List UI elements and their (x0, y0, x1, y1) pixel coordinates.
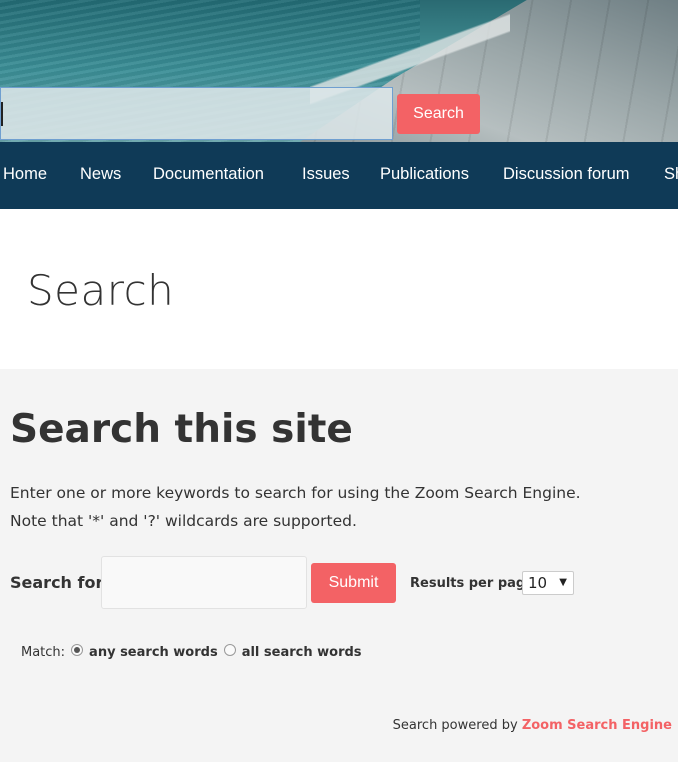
match-options: Match: any search words all search words (21, 643, 362, 660)
results-per-page-select[interactable]: 10 ▼ (522, 571, 574, 595)
search-for-label: Search for: (10, 573, 110, 592)
powered-by: Search powered by Zoom Search Engine (393, 718, 672, 733)
match-any-radio[interactable] (71, 643, 84, 656)
nav-news[interactable]: News (80, 165, 121, 184)
search-intro: Enter one or more keywords to search for… (10, 479, 660, 535)
search-for-input[interactable] (101, 556, 307, 609)
nav-home[interactable]: Home (3, 165, 47, 184)
nav-documentation[interactable]: Documentation (153, 165, 264, 184)
results-per-page-label: Results per page: (410, 576, 540, 591)
nav-sh-truncated[interactable]: Sh (664, 165, 678, 184)
submit-button[interactable]: Submit (311, 563, 396, 603)
nav-discussion-forum[interactable]: Discussion forum (503, 165, 630, 184)
hero-banner: Search (0, 0, 678, 142)
dropdown-arrow-icon: ▼ (559, 577, 567, 588)
powered-by-prefix: Search powered by (392, 718, 518, 733)
page-title: Search (27, 266, 175, 315)
match-label: Match: (21, 645, 66, 660)
match-all-radio[interactable] (223, 643, 236, 656)
text-caret (1, 102, 3, 126)
page-title-band: Search (0, 209, 678, 369)
site-search-input[interactable] (0, 87, 393, 140)
search-form-area: Search this site Enter one or more keywo… (0, 369, 678, 762)
nav-issues[interactable]: Issues (302, 165, 350, 184)
intro-line-2: Note that '*' and '?' wildcards are supp… (10, 512, 357, 530)
main-nav: Home News Documentation Issues Publicati… (0, 142, 678, 209)
zoom-search-engine-link[interactable]: Zoom Search Engine (522, 718, 672, 733)
match-all-label[interactable]: all search words (242, 645, 362, 660)
search-heading: Search this site (10, 407, 353, 452)
site-search-button[interactable]: Search (397, 94, 480, 134)
match-any-label[interactable]: any search words (89, 645, 218, 660)
results-per-page-value: 10 (528, 574, 548, 592)
nav-publications[interactable]: Publications (380, 165, 469, 184)
intro-line-1: Enter one or more keywords to search for… (10, 484, 581, 502)
